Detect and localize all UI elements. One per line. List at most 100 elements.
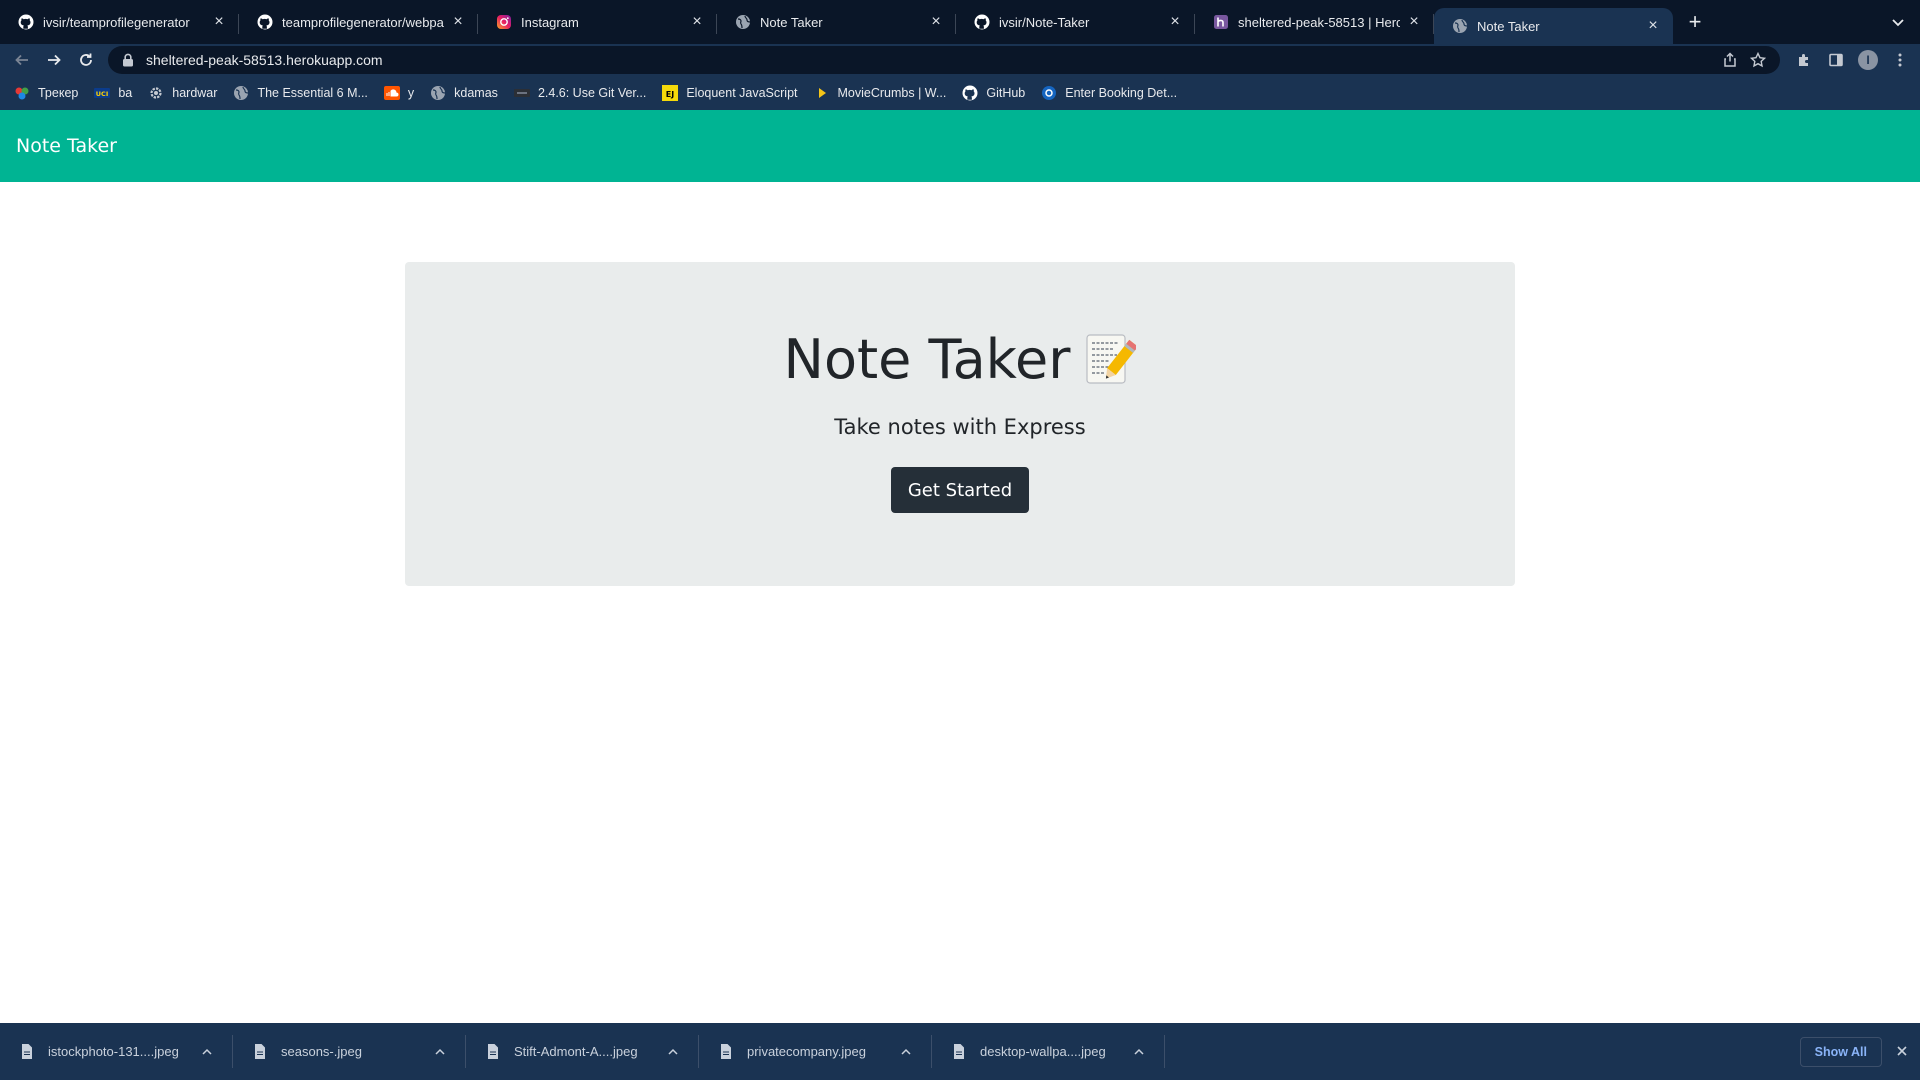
download-filename: Stift-Admont-A....jpeg [514,1044,638,1059]
close-icon[interactable]: × [1167,14,1183,30]
tab-title: Note Taker [760,14,823,30]
close-icon[interactable]: × [928,14,944,30]
file-icon [952,1044,966,1060]
svg-text:UCI: UCI [96,90,108,98]
share-icon[interactable] [1722,52,1738,73]
tab-title: Instagram [521,14,579,30]
new-tab-button[interactable]: + [1677,0,1713,44]
bookmark-label: Eloquent JavaScript [686,86,798,100]
browser-tab[interactable]: Instagram × [478,0,717,44]
get-started-button[interactable]: Get Started [890,467,1030,513]
bookmark-label: kdamas [454,86,498,100]
heroku-icon [1213,14,1229,30]
bookmark-label: The Essential 6 M... [257,86,368,100]
download-filename: desktop-wallpa....jpeg [980,1044,1106,1059]
bookmark-item[interactable]: EJ Eloquent JavaScript [662,85,798,101]
bookmark-item[interactable]: The Essential 6 M... [233,85,368,101]
bookmark-item[interactable]: 2.4.6: Use Git Ver... [513,85,647,101]
bookmark-item[interactable]: kdamas [430,85,498,101]
tab-title: ivsir/teamprofilegenerator [43,14,190,30]
github-icon [962,85,978,101]
tab-search-chevron-icon[interactable] [1888,12,1908,32]
navbar-brand[interactable]: Note Taker [16,135,117,157]
bookmark-item[interactable]: y [383,85,414,101]
browser-tab-active[interactable]: Note Taker × [1434,8,1673,44]
browser-tab[interactable]: ivsir/Note-Taker × [956,0,1195,44]
download-item[interactable]: desktop-wallpa....jpeg [932,1023,1165,1080]
bookmark-label: MovieCrumbs | W... [837,86,947,100]
bookmark-star-icon[interactable] [1749,51,1767,73]
file-icon [20,1044,34,1060]
show-all-downloads-button[interactable]: Show All [1799,1037,1882,1067]
globe-icon [430,85,446,101]
browser-tab[interactable]: Note Taker × [717,0,956,44]
booking-icon [1041,85,1057,101]
bookmark-label: ba [118,86,133,100]
browser-tab[interactable]: teamprofilegenerator/webpage × [239,0,478,44]
bookmark-item[interactable]: UCI ba [94,85,132,101]
reload-icon[interactable] [72,46,100,74]
file-icon [253,1044,267,1060]
close-icon[interactable]: × [211,14,227,30]
bookmark-item[interactable]: MovieCrumbs | W... [814,85,947,101]
profile-avatar[interactable]: I [1856,48,1880,72]
close-icon[interactable] [1894,1043,1910,1059]
download-item[interactable]: istockphoto-131....jpeg [0,1023,233,1080]
download-item[interactable]: Stift-Admont-A....jpeg [466,1023,699,1080]
github-icon [974,14,990,30]
close-icon[interactable]: × [450,14,466,30]
soundcloud-icon [383,85,400,101]
play-icon [814,85,830,101]
uci-icon: UCI [94,85,111,101]
back-arrow-icon[interactable] [8,46,36,74]
chevron-up-icon[interactable] [665,1044,681,1060]
tracker-icon [14,85,30,101]
chevron-up-icon[interactable] [199,1044,215,1060]
globe-icon [1452,18,1468,34]
download-item[interactable]: privatecompany.jpeg [699,1023,932,1080]
bookmarks-bar: Трекер UCI ba hardwar The Essential 6 M.… [0,76,1920,110]
file-icon [719,1044,733,1060]
gear-icon [148,85,164,101]
bookmark-label: 2.4.6: Use Git Ver... [537,86,647,100]
github-icon [18,14,34,30]
forward-arrow-icon[interactable] [40,46,68,74]
avatar-letter: I [1858,50,1878,70]
bookmark-item[interactable]: GitHub [962,85,1025,101]
github-icon [257,14,273,30]
svg-text:EJ: EJ [666,90,674,99]
tab-title: teamprofilegenerator/webpage [282,14,444,30]
tab-title: sheltered-peak-58513 | Heroku [1238,14,1400,30]
browser-tab[interactable]: sheltered-peak-58513 | Heroku × [1195,0,1434,44]
download-item[interactable]: seasons-.jpeg [233,1023,466,1080]
close-icon[interactable]: × [1645,18,1661,34]
globe-icon [735,14,751,30]
address-url[interactable]: sheltered-peak-58513.herokuapp.com [146,52,383,68]
close-icon[interactable]: × [689,14,705,30]
lock-icon[interactable] [122,53,136,67]
download-shelf: istockphoto-131....jpeg seasons-.jpeg St… [0,1023,1920,1080]
bookmark-item[interactable]: hardwar [148,85,217,101]
globe-icon [233,85,249,101]
file-icon [486,1044,500,1060]
js-icon: EJ [662,85,679,101]
dark-site-icon [513,85,530,101]
address-bar[interactable]: sheltered-peak-58513.herokuapp.com [108,46,1780,74]
bookmark-label: hardwar [172,86,218,100]
close-icon[interactable]: × [1406,14,1422,30]
download-filename: istockphoto-131....jpeg [48,1044,179,1059]
tab-title: Note Taker [1477,18,1540,34]
bookmark-item[interactable]: Enter Booking Det... [1041,85,1177,101]
download-filename: seasons-.jpeg [281,1044,362,1059]
browser-toolbar: sheltered-peak-58513.herokuapp.com I [0,44,1920,76]
bookmark-label: GitHub [986,86,1026,100]
extensions-puzzle-icon[interactable] [1792,48,1816,72]
side-panel-icon[interactable] [1824,48,1848,72]
chevron-up-icon[interactable] [898,1044,914,1060]
site-navbar: Note Taker [0,110,1920,182]
bookmark-item[interactable]: Трекер [14,85,78,101]
browser-tab[interactable]: ivsir/teamprofilegenerator × [0,0,239,44]
chevron-up-icon[interactable] [432,1044,448,1060]
kebab-menu-icon[interactable] [1888,48,1912,72]
chevron-up-icon[interactable] [1131,1044,1147,1060]
